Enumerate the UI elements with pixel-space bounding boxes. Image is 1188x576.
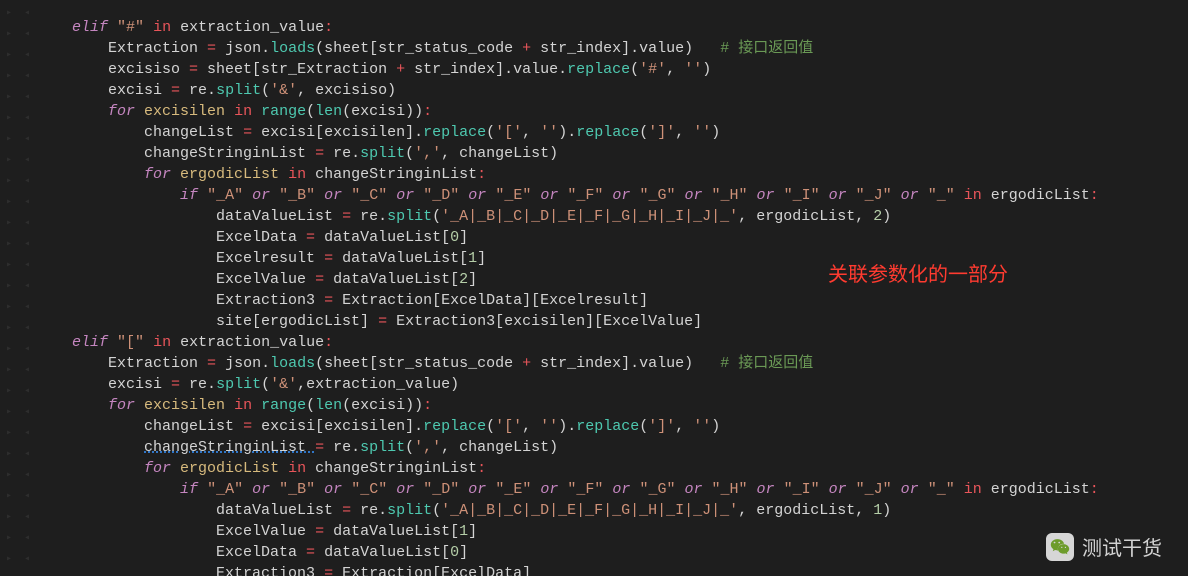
- gutter-fold-marker[interactable]: ▸◂: [0, 86, 36, 107]
- editor-gutter: ▸◂▸◂▸◂▸◂▸◂▸◂▸◂▸◂▸◂▸◂▸◂▸◂▸◂▸◂▸◂▸◂▸◂▸◂▸◂▸◂…: [0, 0, 36, 576]
- gutter-fold-marker[interactable]: ▸◂: [0, 149, 36, 170]
- gutter-fold-marker[interactable]: ▸◂: [0, 254, 36, 275]
- gutter-fold-marker[interactable]: ▸◂: [0, 317, 36, 338]
- code-line[interactable]: Extraction = json.loads(sheet[str_status…: [36, 38, 1188, 59]
- gutter-fold-marker[interactable]: ▸◂: [0, 359, 36, 380]
- watermark-text: 测试干货: [1082, 532, 1162, 561]
- gutter-fold-marker[interactable]: ▸◂: [0, 23, 36, 44]
- code-line[interactable]: Extraction3 = Extraction[ExcelData]: [36, 563, 1188, 576]
- gutter-fold-marker[interactable]: ▸◂: [0, 296, 36, 317]
- code-line[interactable]: dataValueList = re.split('_A|_B|_C|_D|_E…: [36, 206, 1188, 227]
- code-line[interactable]: changeStringinList = re.split(',', chang…: [36, 143, 1188, 164]
- overlay-annotation: 关联参数化的一部分: [828, 258, 1008, 287]
- code-line[interactable]: changeStringinList = re.split(',', chang…: [36, 437, 1188, 458]
- gutter-fold-marker[interactable]: ▸◂: [0, 2, 36, 23]
- code-line[interactable]: dataValueList = re.split('_A|_B|_C|_D|_E…: [36, 500, 1188, 521]
- code-line[interactable]: for excisilen in range(len(excisi)):: [36, 101, 1188, 122]
- gutter-fold-marker[interactable]: ▸◂: [0, 191, 36, 212]
- gutter-fold-marker[interactable]: ▸◂: [0, 44, 36, 65]
- code-line[interactable]: ExcelData = dataValueList[0]: [36, 227, 1188, 248]
- gutter-fold-marker[interactable]: ▸◂: [0, 338, 36, 359]
- code-editor-content[interactable]: elif "#" in extraction_value: Extraction…: [36, 17, 1188, 576]
- code-line[interactable]: Extraction3 = Extraction[ExcelData][Exce…: [36, 290, 1188, 311]
- gutter-fold-marker[interactable]: ▸◂: [0, 401, 36, 422]
- code-line[interactable]: Extraction = json.loads(sheet[str_status…: [36, 353, 1188, 374]
- wechat-icon: [1046, 533, 1074, 561]
- code-line[interactable]: if "_A" or "_B" or "_C" or "_D" or "_E" …: [36, 479, 1188, 500]
- gutter-fold-marker[interactable]: ▸◂: [0, 527, 36, 548]
- gutter-fold-marker[interactable]: ▸◂: [0, 548, 36, 569]
- gutter-fold-marker[interactable]: ▸◂: [0, 422, 36, 443]
- gutter-fold-marker[interactable]: ▸◂: [0, 443, 36, 464]
- code-line[interactable]: elif "[" in extraction_value:: [36, 332, 1188, 353]
- code-line[interactable]: for ergodicList in changeStringinList:: [36, 458, 1188, 479]
- gutter-fold-marker[interactable]: ▸◂: [0, 128, 36, 149]
- code-line[interactable]: changeList = excisi[excisilen].replace('…: [36, 416, 1188, 437]
- code-line[interactable]: if "_A" or "_B" or "_C" or "_D" or "_E" …: [36, 185, 1188, 206]
- gutter-fold-marker[interactable]: ▸◂: [0, 233, 36, 254]
- gutter-fold-marker[interactable]: ▸◂: [0, 380, 36, 401]
- code-line[interactable]: for excisilen in range(len(excisi)):: [36, 395, 1188, 416]
- code-line[interactable]: excisiso = sheet[str_Extraction + str_in…: [36, 59, 1188, 80]
- gutter-fold-marker[interactable]: ▸◂: [0, 485, 36, 506]
- code-line[interactable]: excisi = re.split('&', excisiso): [36, 80, 1188, 101]
- code-line[interactable]: excisi = re.split('&',extraction_value): [36, 374, 1188, 395]
- code-line[interactable]: site[ergodicList] = Extraction3[excisile…: [36, 311, 1188, 332]
- gutter-fold-marker[interactable]: ▸◂: [0, 464, 36, 485]
- code-line[interactable]: ExcelValue = dataValueList[2]: [36, 269, 1188, 290]
- gutter-fold-marker[interactable]: ▸◂: [0, 65, 36, 86]
- gutter-fold-marker[interactable]: ▸◂: [0, 107, 36, 128]
- code-line[interactable]: elif "#" in extraction_value:: [36, 17, 1188, 38]
- watermark: 测试干货: [1046, 532, 1162, 561]
- code-line[interactable]: changeList = excisi[excisilen].replace('…: [36, 122, 1188, 143]
- gutter-fold-marker[interactable]: ▸◂: [0, 275, 36, 296]
- code-line[interactable]: Excelresult = dataValueList[1]: [36, 248, 1188, 269]
- code-line[interactable]: ExcelValue = dataValueList[1]: [36, 521, 1188, 542]
- gutter-fold-marker[interactable]: ▸◂: [0, 506, 36, 527]
- gutter-fold-marker[interactable]: ▸◂: [0, 212, 36, 233]
- gutter-fold-marker[interactable]: ▸◂: [0, 170, 36, 191]
- code-line[interactable]: ExcelData = dataValueList[0]: [36, 542, 1188, 563]
- code-line[interactable]: for ergodicList in changeStringinList:: [36, 164, 1188, 185]
